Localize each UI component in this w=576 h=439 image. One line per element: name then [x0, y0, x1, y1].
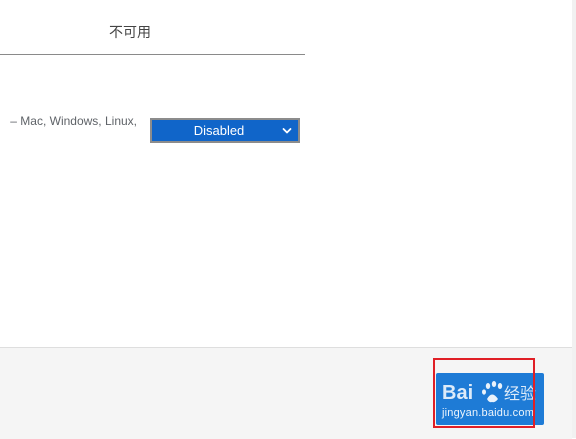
annotation-highlight-box — [433, 358, 535, 428]
scrollbar-track[interactable] — [572, 0, 576, 438]
flag-state-select-value: Disabled — [193, 123, 245, 138]
flag-platforms-description: – Mac, Windows, Linux, — [10, 114, 137, 128]
unavailable-tab-header[interactable]: 不可用 — [0, 18, 305, 55]
flag-state-select[interactable]: Disabled — [150, 118, 300, 143]
chevron-down-icon — [282, 128, 292, 134]
flags-content-area: 不可用 – Mac, Windows, Linux, Disabled — [0, 0, 572, 347]
unavailable-tab-label: 不可用 — [109, 25, 151, 41]
